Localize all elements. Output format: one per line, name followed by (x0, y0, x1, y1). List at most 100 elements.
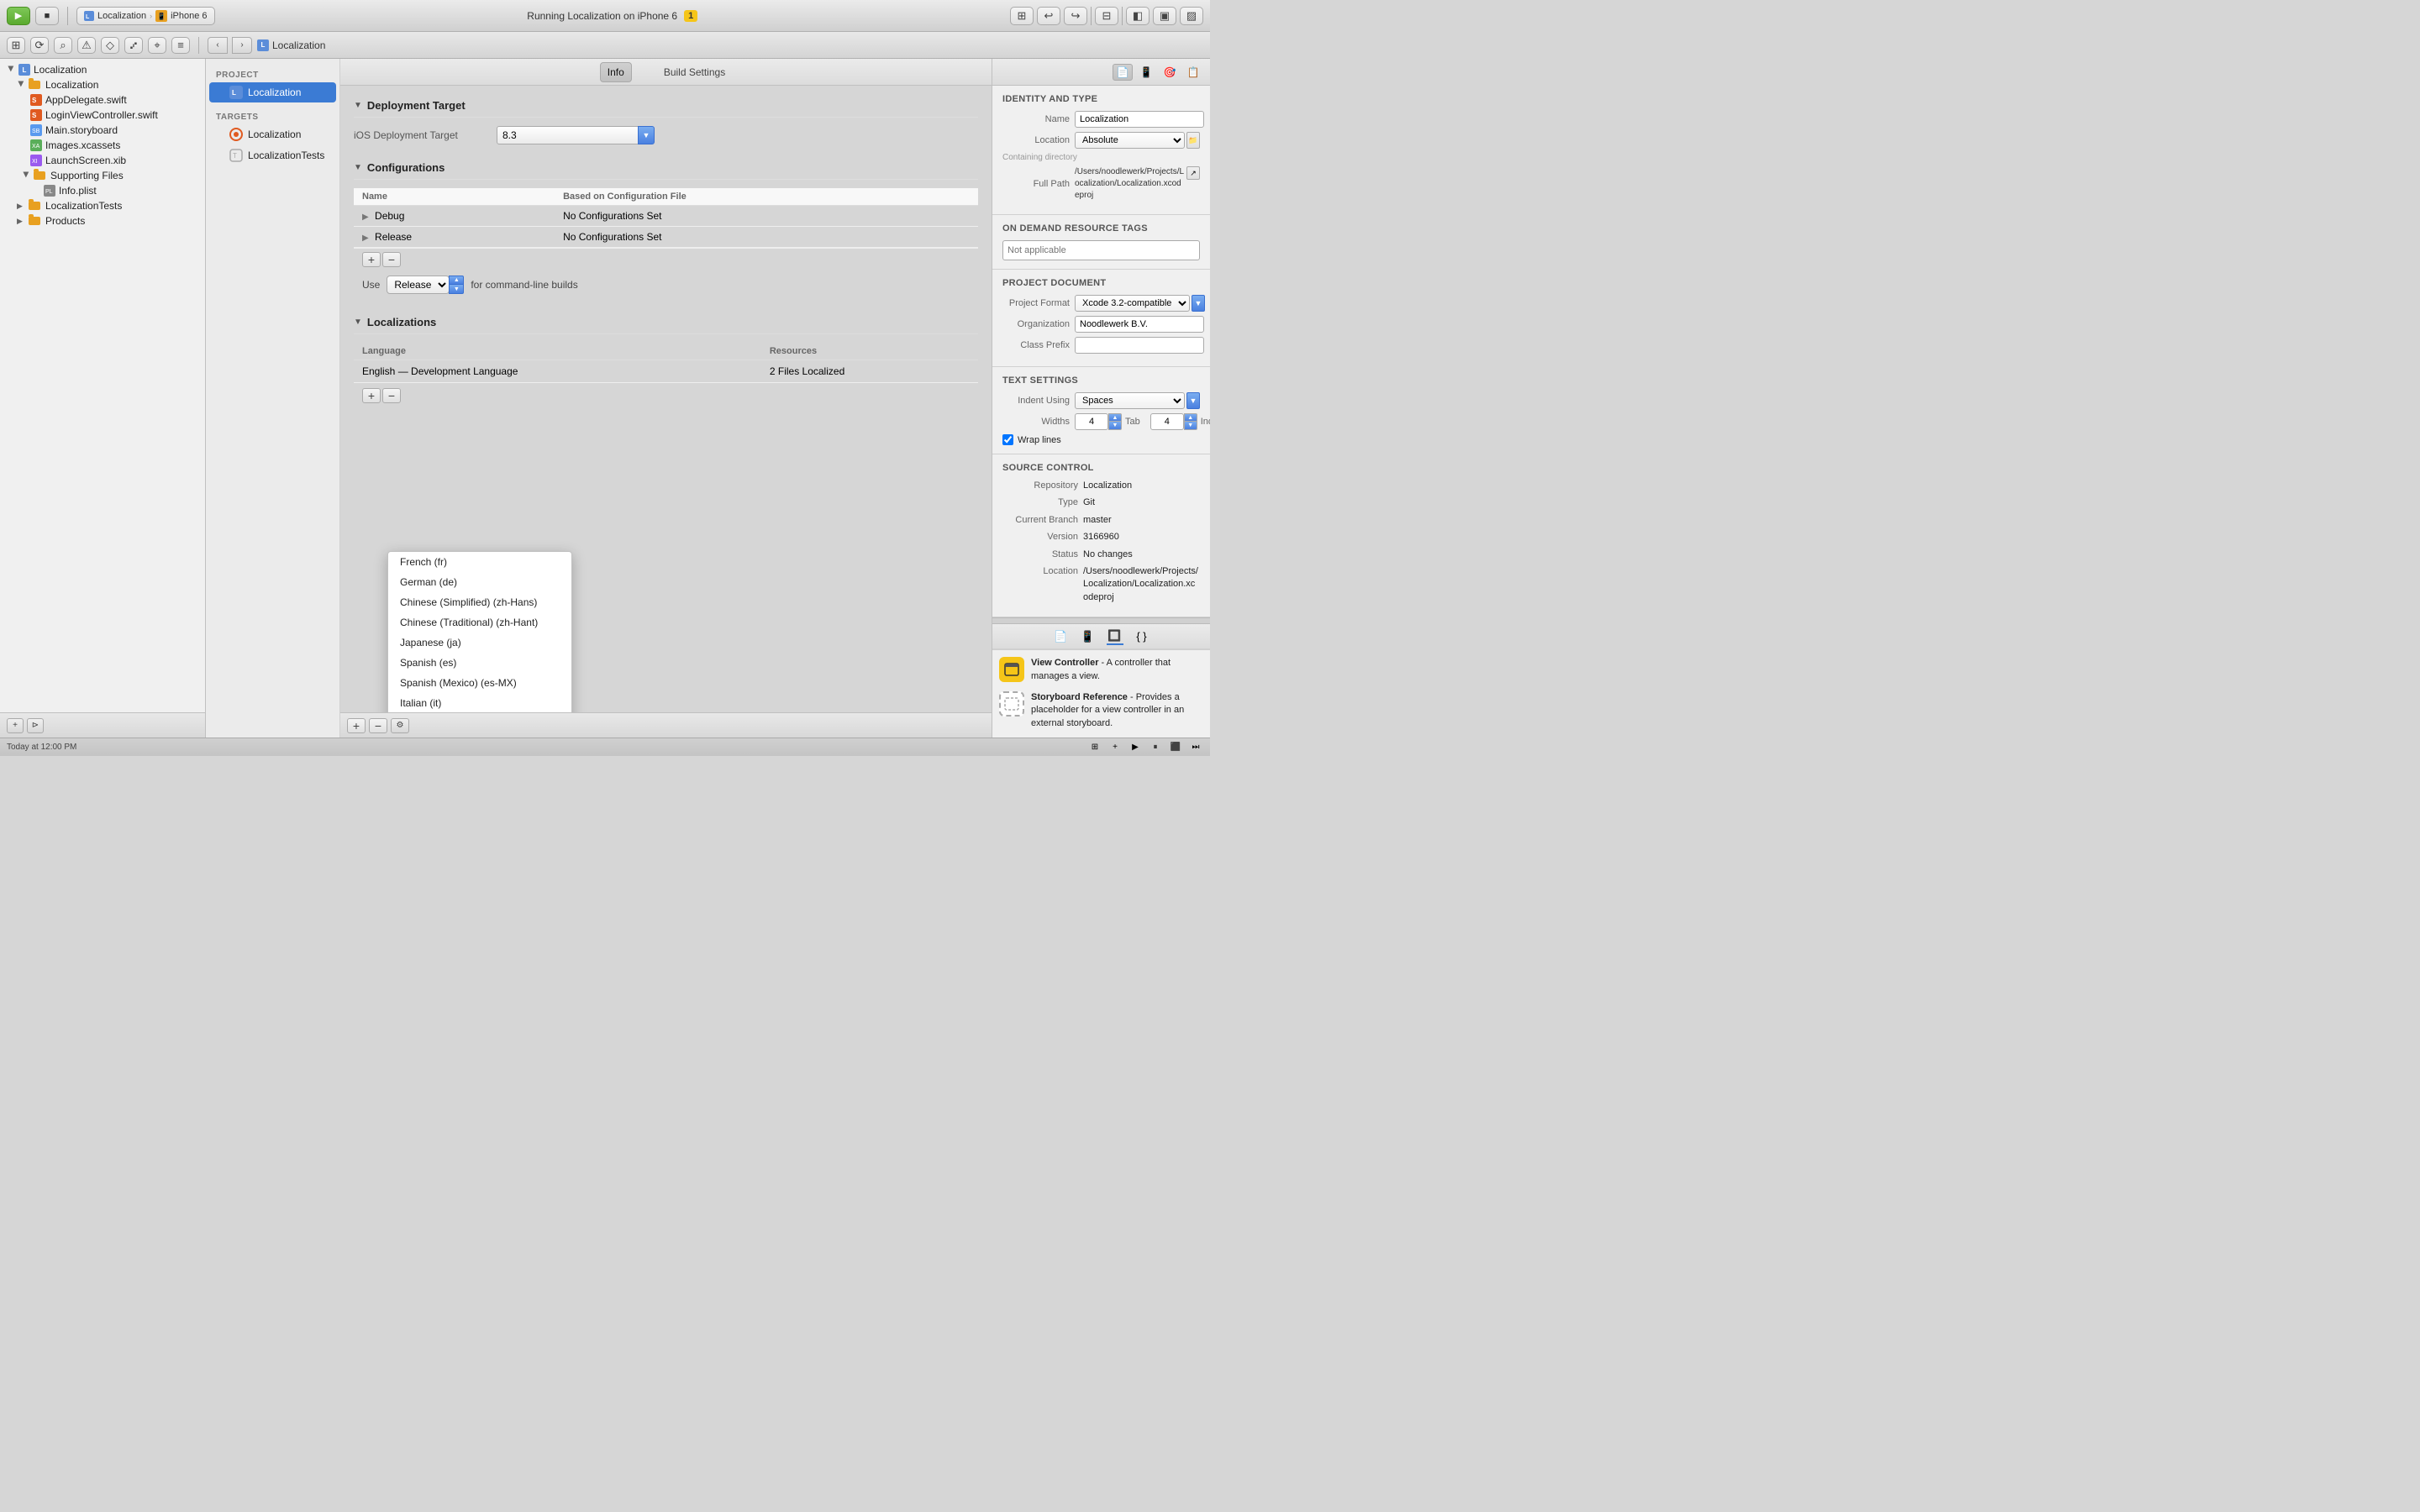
report-button[interactable]: ≡ (171, 37, 190, 54)
debug-button[interactable]: ⑇ (124, 37, 143, 54)
filter-button[interactable]: ⊳ (27, 718, 44, 733)
organization-input[interactable] (1075, 316, 1204, 333)
dropdown-item-spanish[interactable]: Spanish (es) (388, 653, 571, 673)
indent-using-dropdown-arrow[interactable]: ▼ (1186, 392, 1200, 409)
tab-info[interactable]: Info (600, 62, 632, 82)
project-nav-target-localization[interactable]: Localization (209, 124, 336, 144)
indent-width-up-button[interactable]: ▲ (1184, 413, 1197, 422)
tab-width-down-button[interactable]: ▼ (1108, 422, 1122, 430)
left-panel-button[interactable]: ◧ (1126, 7, 1150, 25)
organization-label: Organization (1002, 319, 1070, 329)
stop-button[interactable]: ■ (35, 7, 59, 25)
project-format-select[interactable]: Xcode 3.2-compatible (1075, 295, 1190, 312)
file-nav-content: ▶ L Localization ▶ Localization S AppDel… (0, 59, 205, 712)
dropdown-item-chinese-simplified[interactable]: Chinese (Simplified) (zh-Hans) (388, 592, 571, 612)
add-file-button[interactable]: + (7, 718, 24, 733)
config-row-debug[interactable]: ▶ Debug No Configurations Set (354, 206, 978, 227)
obj-lib-file-icon[interactable]: 📄 (1053, 628, 1070, 645)
file-item-localization-folder[interactable]: ▶ Localization (0, 77, 205, 92)
forward-button[interactable]: ↪ (1064, 7, 1087, 25)
file-item-xcassets[interactable]: XA Images.xcassets (0, 138, 205, 153)
config-row-release[interactable]: ▶ Release No Configurations Set (354, 227, 978, 248)
folder-view-button[interactable]: ⊞ (7, 37, 25, 54)
use-stepper-down[interactable]: ▼ (449, 285, 464, 294)
indent-width-input[interactable] (1150, 413, 1184, 430)
location-folder-button[interactable]: 📁 (1186, 132, 1200, 149)
file-item-launchscreen[interactable]: XI LaunchScreen.xib (0, 153, 205, 168)
file-item-infoplist[interactable]: PL Info.plist (0, 183, 205, 198)
obj-lib-device-icon[interactable]: 📱 (1080, 628, 1097, 645)
fullpath-reveal-button[interactable]: ↗ (1186, 166, 1200, 180)
file-item-loginvc[interactable]: S LoginViewController.swift (0, 108, 205, 123)
tab-build-settings[interactable]: Build Settings (657, 63, 732, 81)
ios-deployment-dropdown-arrow[interactable]: ▼ (638, 126, 655, 144)
use-configuration-select[interactable]: Release (387, 276, 450, 294)
status-forward-button[interactable]: ⏭ (1188, 740, 1203, 755)
configurations-header[interactable]: ▼ Configurations (354, 161, 978, 180)
status-play-button[interactable]: ▶ (1128, 740, 1143, 755)
bottom-remove-button[interactable]: − (369, 718, 387, 733)
dropdown-item-chinese-traditional[interactable]: Chinese (Traditional) (zh-Hant) (388, 612, 571, 633)
inspector-location-icon-btn[interactable]: 🎯 (1160, 64, 1180, 81)
clock-button[interactable]: ⟳ (30, 37, 49, 54)
file-item-appdelegate[interactable]: S AppDelegate.swift (0, 92, 205, 108)
localizations-header[interactable]: ▼ Localizations (354, 316, 978, 334)
inspector-history-icon-btn[interactable]: 📋 (1183, 64, 1203, 81)
project-nav-item-localization[interactable]: L Localization (209, 82, 336, 102)
loc-remove-button[interactable]: − (382, 388, 401, 403)
deployment-target-header[interactable]: ▼ Deployment Target (354, 99, 978, 118)
status-stop-button[interactable]: ⬛ (1168, 740, 1183, 755)
wrap-lines-checkbox[interactable] (1002, 434, 1013, 445)
tab-width-up-button[interactable]: ▲ (1108, 413, 1122, 422)
file-item-localizationtests[interactable]: ▶ LocalizationTests (0, 198, 205, 213)
status-pause-button[interactable]: ⏸ (1148, 740, 1163, 755)
assistant-button[interactable]: ⊟ (1095, 7, 1118, 25)
indent-width-down-button[interactable]: ▼ (1184, 422, 1197, 430)
back-nav-button[interactable]: ‹ (208, 37, 228, 54)
indent-using-select[interactable]: Spaces (1075, 392, 1185, 409)
loc-row-english[interactable]: English — Development Language 2 Files L… (354, 360, 978, 383)
status-grid-button[interactable]: ⊞ (1087, 740, 1102, 755)
bottom-panel-button[interactable]: ▣ (1153, 7, 1176, 25)
file-item-products[interactable]: ▶ Products (0, 213, 205, 228)
play-button[interactable]: ▶ (7, 7, 30, 25)
ios-deployment-select[interactable] (497, 126, 639, 144)
forward-nav-button[interactable]: › (232, 37, 252, 54)
dropdown-item-spanish-mexico[interactable]: Spanish (Mexico) (es-MX) (388, 673, 571, 693)
class-prefix-input[interactable] (1075, 337, 1204, 354)
status-add-button[interactable]: + (1107, 740, 1123, 755)
config-add-button[interactable]: + (362, 252, 381, 267)
right-panel-button[interactable]: ▨ (1180, 7, 1203, 25)
settings-button[interactable]: ⚙ (391, 718, 409, 733)
file-item-mainstoryboard[interactable]: SB Main.storyboard (0, 123, 205, 138)
grid-view-button[interactable]: ⊞ (1010, 7, 1034, 25)
search-button[interactable]: ⌕ (54, 37, 72, 54)
file-item-supporting-files[interactable]: ▶ Supporting Files (0, 168, 205, 183)
issues-button[interactable]: ⚠ (77, 37, 96, 54)
location-select[interactable]: Absolute (1075, 132, 1185, 149)
loc-add-button[interactable]: + (362, 388, 381, 403)
config-remove-button[interactable]: − (382, 252, 401, 267)
inspector-device-icon-btn[interactable]: 📱 (1136, 64, 1156, 81)
use-stepper-up[interactable]: ▲ (449, 276, 464, 285)
obj-lib-cube-icon[interactable]: 🔲 (1107, 628, 1123, 645)
dropdown-item-french[interactable]: French (fr) (388, 552, 571, 572)
file-item-project-root[interactable]: ▶ L Localization (0, 62, 205, 77)
inspector-file-icon-btn[interactable]: 📄 (1113, 64, 1133, 81)
test-button[interactable]: ◇ (101, 37, 119, 54)
on-demand-input[interactable] (1002, 240, 1200, 260)
obj-lib-code-icon[interactable]: { } (1134, 628, 1150, 645)
breakpoints-button[interactable]: ⌖ (148, 37, 166, 54)
project-format-dropdown-arrow[interactable]: ▼ (1192, 295, 1205, 312)
project-nav-target-localizationtests[interactable]: T LocalizationTests (209, 145, 336, 165)
history-button[interactable]: ↩ (1037, 7, 1060, 25)
inspector-panel: 📄 📱 🎯 📋 Identity and Type Name Location … (992, 59, 1210, 738)
tab-width-input[interactable] (1075, 413, 1108, 430)
folder-icon (29, 202, 40, 210)
dropdown-item-german[interactable]: German (de) (388, 572, 571, 592)
dropdown-item-italian[interactable]: Italian (it) (388, 693, 571, 712)
bottom-add-button[interactable]: + (347, 718, 366, 733)
dropdown-item-japanese[interactable]: Japanese (ja) (388, 633, 571, 653)
name-input[interactable] (1075, 111, 1204, 128)
file-label: Images.xcassets (45, 139, 120, 151)
